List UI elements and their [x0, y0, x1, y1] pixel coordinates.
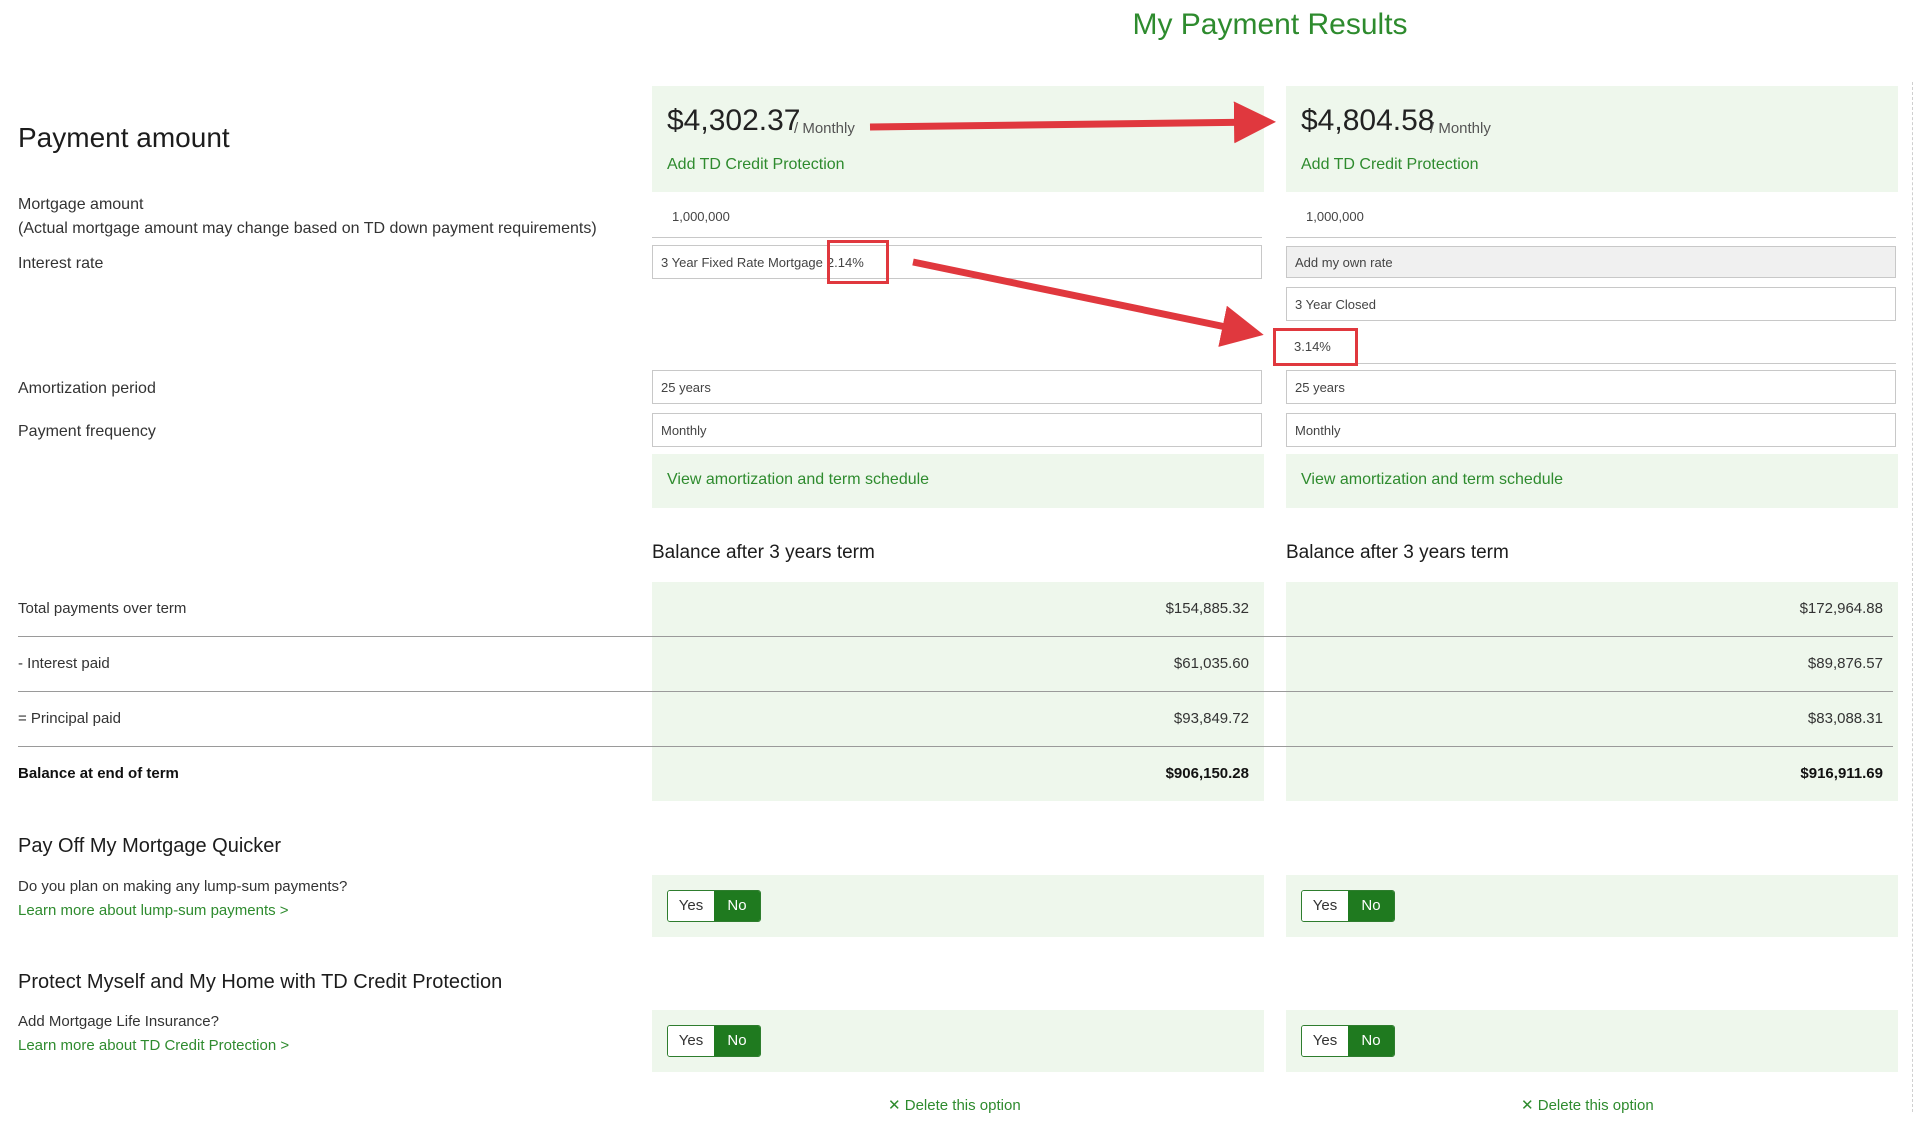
arrow-to-payment — [869, 101, 1276, 144]
arrow-to-rate — [912, 258, 1264, 347]
annotation-arrows — [869, 101, 1276, 347]
scrollbar[interactable] — [1912, 82, 1921, 1112]
